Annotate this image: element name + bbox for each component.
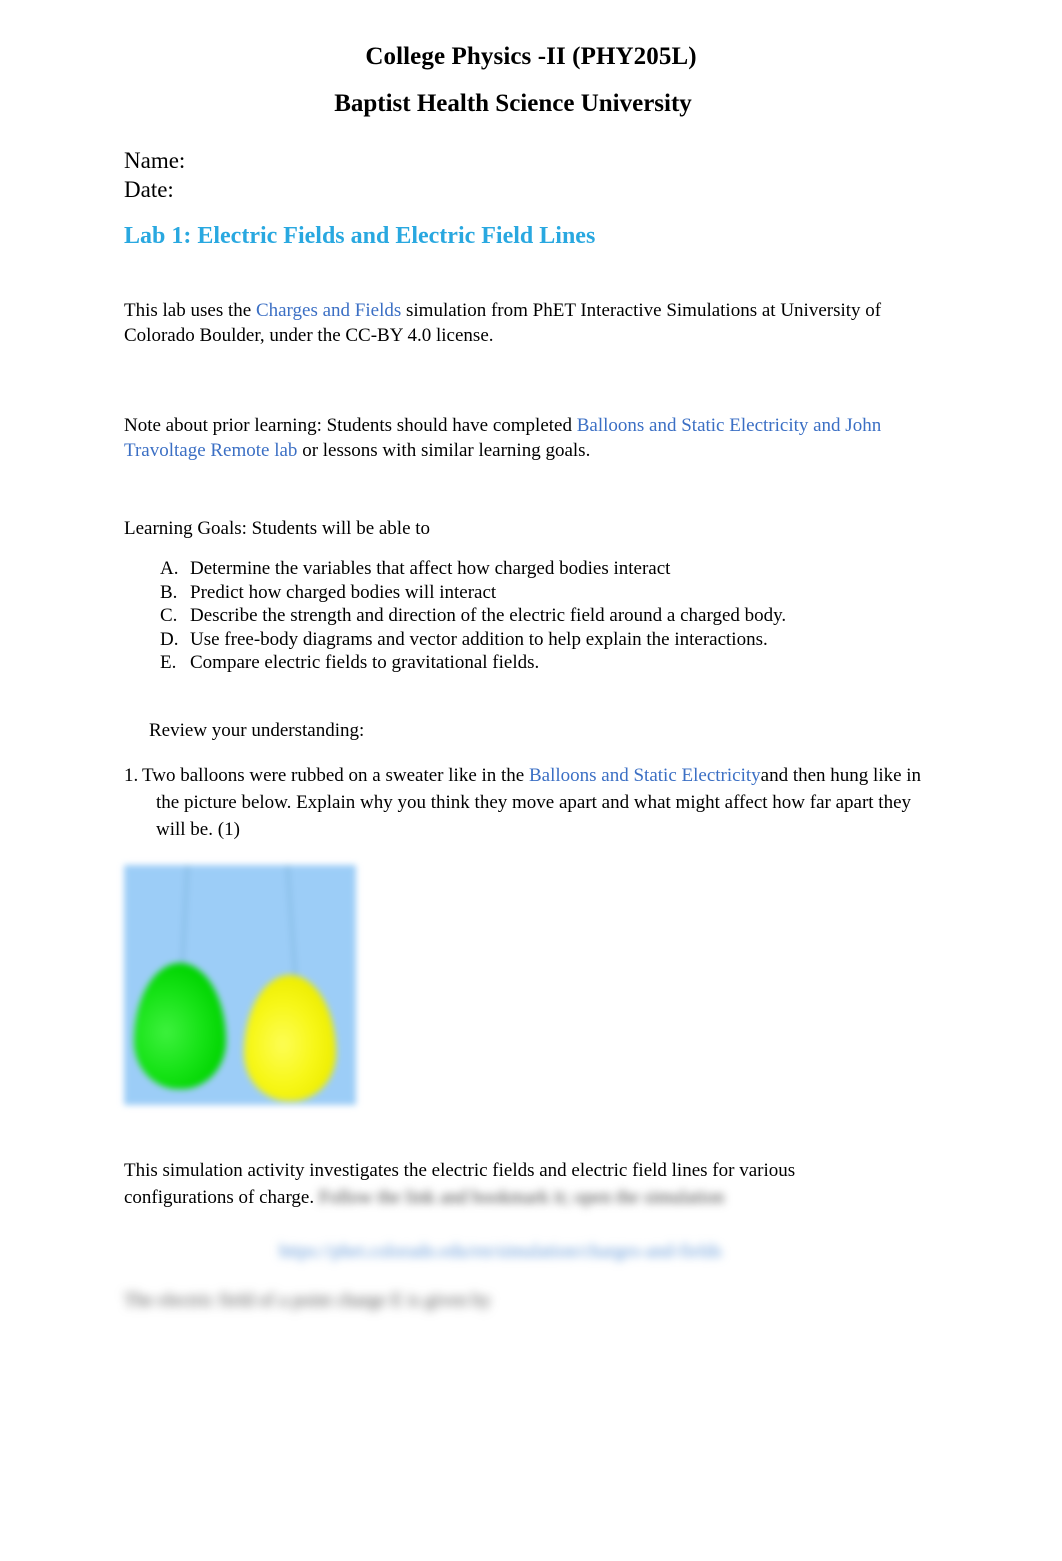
list-marker: B. bbox=[160, 581, 178, 603]
learning-goals-intro: Learning Goals: Students will be able to bbox=[124, 518, 431, 539]
prior-learning-text-after: or lessons with similar learning goals. bbox=[297, 440, 591, 461]
document-page: College Physics -II (PHY205L) Baptist He… bbox=[0, 0, 1062, 1561]
question-line-3: will be. (1) bbox=[156, 818, 240, 840]
document-body: Name: Date: Lab 1: Electric Fields and E… bbox=[124, 0, 934, 1333]
prior-learning-text-before: Note about prior learning: Students shou… bbox=[124, 415, 577, 436]
redacted-inline-text: Follow the link and bookmark it; open th… bbox=[318, 1186, 725, 1208]
attribution-text-before: This lab uses the bbox=[124, 300, 256, 321]
list-item-label: Determine the variables that affect how … bbox=[190, 558, 671, 579]
list-item: D. Use free-body diagrams and vector add… bbox=[160, 628, 934, 652]
question-text-before: Two balloons were rubbed on a sweater li… bbox=[142, 764, 529, 786]
two-balloons-image bbox=[124, 864, 356, 1105]
redacted-tail-text: The electric field of a point charge E i… bbox=[124, 1289, 491, 1311]
question-line-1: Two balloons were rubbed on a sweater li… bbox=[142, 762, 936, 789]
list-item-label: Compare electric fields to gravitational… bbox=[190, 652, 540, 673]
attribution-paragraph: This lab uses the Charges and Fields sim… bbox=[124, 298, 934, 348]
redacted-tail-paragraph: The electric field of a point charge E i… bbox=[124, 1287, 934, 1314]
lab-title: Lab 1: Electric Fields and Electric Fiel… bbox=[124, 223, 596, 249]
question-number: 1. bbox=[124, 764, 139, 786]
redacted-simulation-link[interactable]: https://phet.colorado.edu/en/simulation/… bbox=[279, 1241, 722, 1262]
question-line-2: the picture below. Explain why you think… bbox=[156, 791, 912, 813]
date-field-label: Date: bbox=[124, 177, 174, 202]
list-marker: E. bbox=[160, 652, 177, 673]
simulation-description-paragraph: This simulation activity investigates th… bbox=[124, 1157, 934, 1211]
review-question-1: 1. Two balloons were rubbed on a sweater… bbox=[124, 762, 936, 843]
list-item-label: Predict how charged bodies will interact bbox=[190, 581, 497, 603]
learning-goals-list: A. Determine the variables that affect h… bbox=[160, 557, 934, 675]
list-marker: D. bbox=[160, 628, 179, 650]
simulation-description-line-1: This simulation activity investigates th… bbox=[124, 1159, 796, 1181]
list-item: C. Describe the strength and direction o… bbox=[160, 604, 934, 628]
review-section-label: Review your understanding: bbox=[149, 719, 365, 741]
charges-and-fields-link[interactable]: Charges and Fields bbox=[256, 300, 401, 321]
list-item: A. Determine the variables that affect h… bbox=[160, 557, 934, 581]
simulation-description-line-2: configurations of charge. bbox=[124, 1186, 319, 1208]
list-marker: A. bbox=[160, 558, 179, 579]
balloons-static-electricity-link[interactable]: Balloons and Static Electricity bbox=[529, 765, 761, 786]
list-marker: C. bbox=[160, 605, 178, 626]
list-item: E. Compare electric fields to gravitatio… bbox=[160, 651, 934, 675]
list-item-label: Use free-body diagrams and vector additi… bbox=[190, 628, 768, 650]
prior-learning-paragraph: Note about prior learning: Students shou… bbox=[124, 413, 934, 463]
question-text-after: and then hung like in bbox=[760, 764, 922, 786]
list-item-label: Describe the strength and direction of t… bbox=[190, 605, 787, 626]
name-field-label: Name: bbox=[124, 148, 186, 173]
redacted-link-paragraph: https://phet.colorado.edu/en/simulation/… bbox=[279, 1238, 934, 1265]
list-item: B. Predict how charged bodies will inter… bbox=[160, 581, 934, 605]
